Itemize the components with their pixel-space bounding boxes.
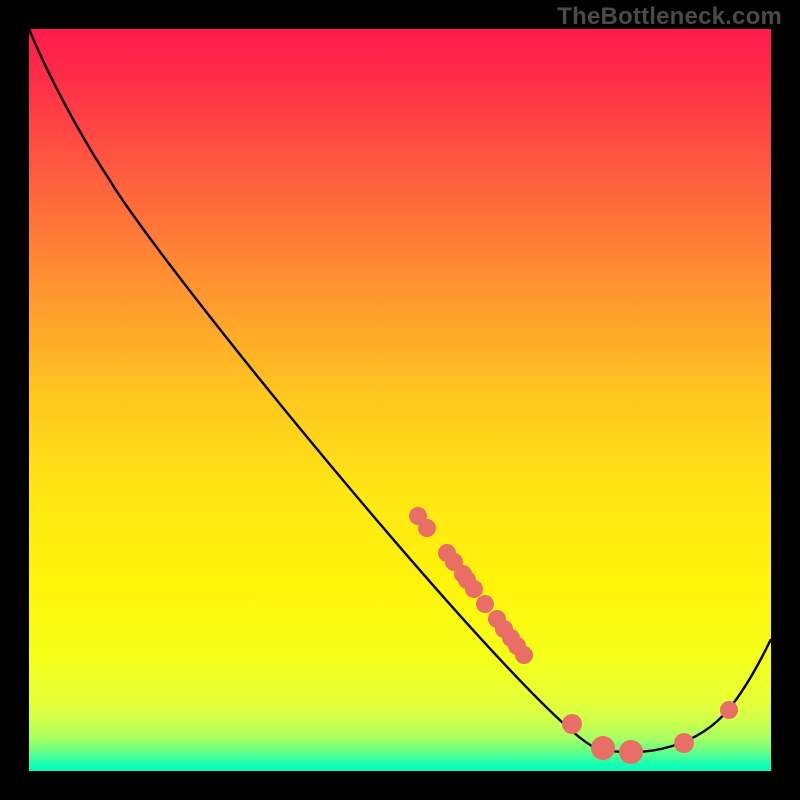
- plot-area: [29, 29, 771, 771]
- data-point: [674, 733, 694, 753]
- chart-frame: TheBottleneck.com: [0, 0, 800, 800]
- data-point: [591, 736, 615, 760]
- chart-svg: [29, 29, 771, 771]
- data-point: [476, 595, 494, 613]
- data-point: [418, 519, 436, 537]
- data-point: [619, 740, 643, 764]
- watermark-text: TheBottleneck.com: [557, 3, 782, 31]
- data-point: [562, 714, 582, 734]
- gradient-background: [29, 29, 771, 771]
- data-point: [720, 701, 738, 719]
- data-point: [515, 646, 533, 664]
- data-point: [465, 580, 483, 598]
